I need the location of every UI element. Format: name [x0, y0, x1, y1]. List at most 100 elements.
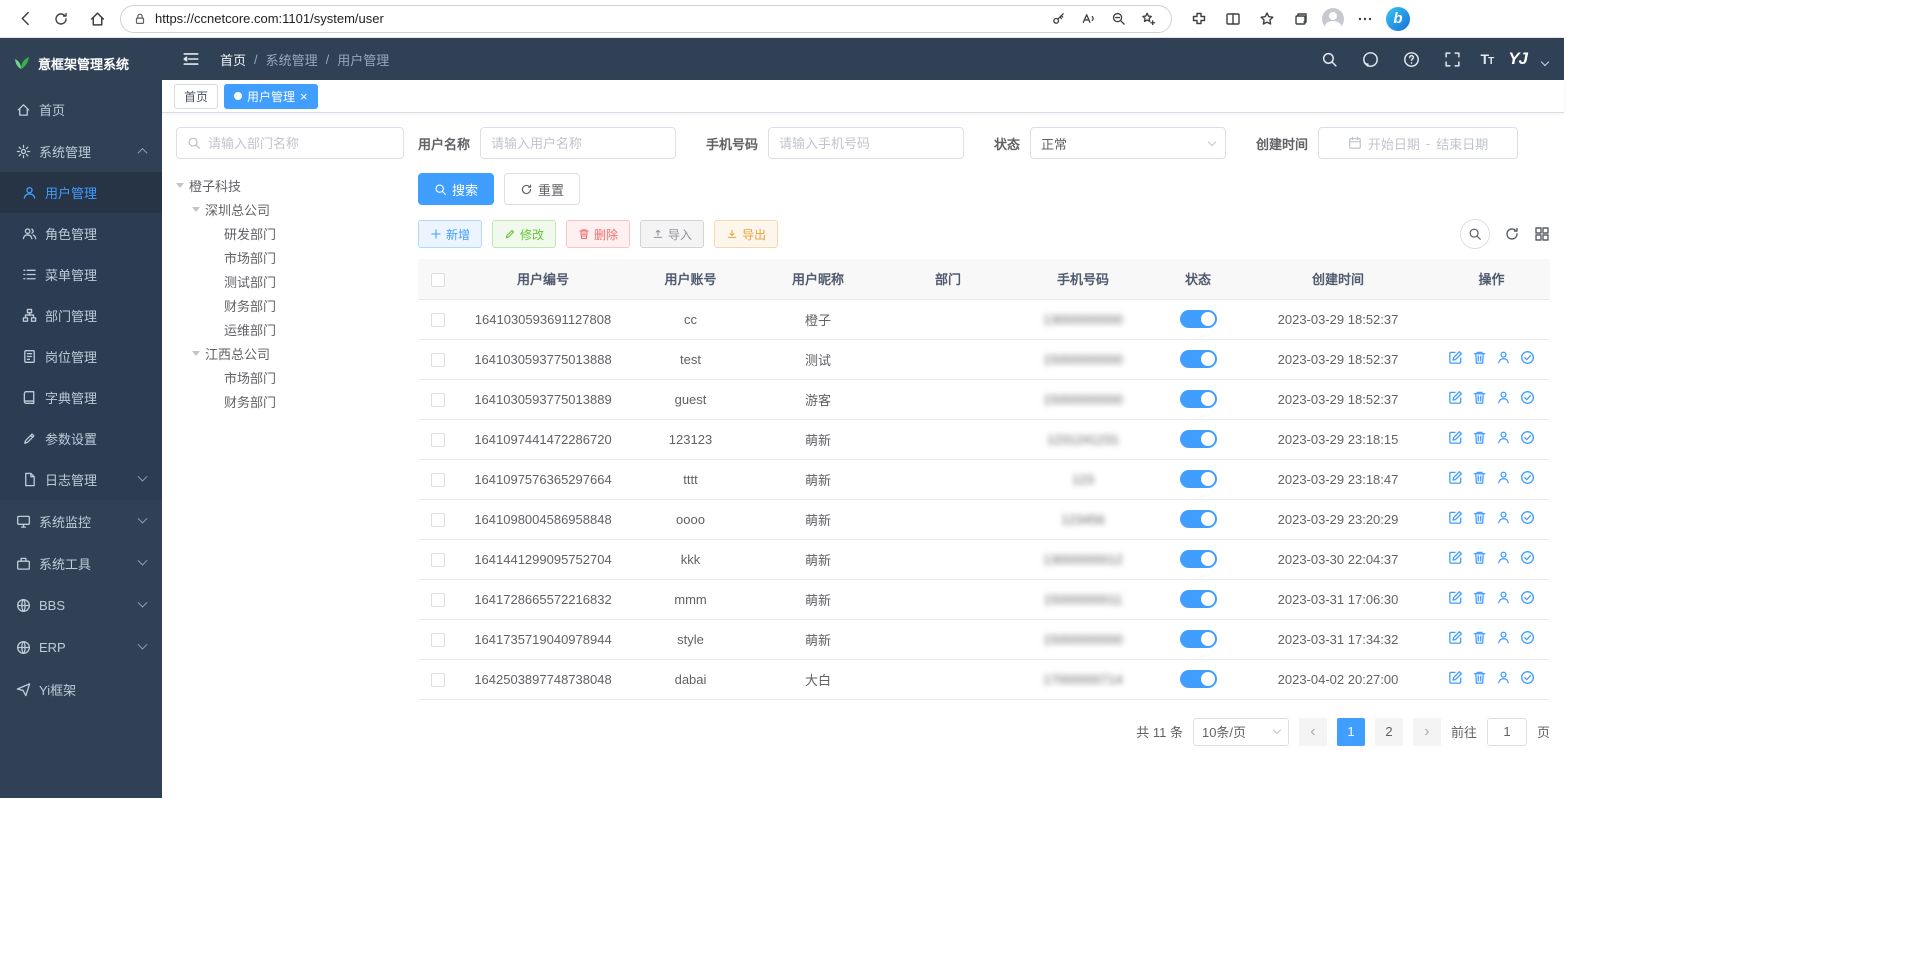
prev-page-button[interactable]: ‹ [1299, 718, 1327, 746]
next-page-button[interactable]: › [1413, 718, 1441, 746]
row-reset-password-icon[interactable] [1496, 670, 1511, 685]
row-checkbox[interactable] [431, 633, 445, 647]
row-delete-icon[interactable] [1472, 430, 1487, 445]
reset-button[interactable]: 重置 [504, 173, 580, 205]
tree-expand-icon[interactable] [192, 207, 200, 212]
close-icon[interactable]: × [300, 90, 308, 103]
row-delete-icon[interactable] [1472, 470, 1487, 485]
bing-chat-button[interactable]: b [1386, 7, 1410, 31]
tree-node[interactable]: 橙子科技 [176, 173, 404, 197]
sidebar-item-system-tools[interactable]: 系统工具 [0, 542, 162, 584]
row-delete-icon[interactable] [1472, 510, 1487, 525]
row-assign-role-icon[interactable] [1520, 350, 1535, 365]
page-button-1[interactable]: 1 [1337, 718, 1365, 746]
row-reset-password-icon[interactable] [1496, 470, 1511, 485]
tree-node[interactable]: 运维部门 [176, 317, 404, 341]
row-assign-role-icon[interactable] [1520, 430, 1535, 445]
modify-button[interactable]: 修改 [492, 220, 556, 248]
tree-node[interactable]: 财务部门 [176, 293, 404, 317]
status-toggle[interactable] [1180, 510, 1217, 528]
add-button[interactable]: 新增 [418, 220, 482, 248]
status-toggle[interactable] [1180, 670, 1217, 688]
row-delete-icon[interactable] [1472, 590, 1487, 605]
row-delete-icon[interactable] [1472, 630, 1487, 645]
tree-node[interactable]: 市场部门 [176, 245, 404, 269]
status-toggle[interactable] [1180, 470, 1217, 488]
tree-node[interactable]: 测试部门 [176, 269, 404, 293]
tag-home[interactable]: 首页 [174, 84, 218, 109]
row-edit-icon[interactable] [1448, 630, 1463, 645]
read-aloud-icon[interactable] [1077, 8, 1099, 30]
row-assign-role-icon[interactable] [1520, 510, 1535, 525]
tree-expand-icon[interactable] [192, 351, 200, 356]
row-checkbox[interactable] [431, 313, 445, 327]
dept-search-input[interactable] [208, 136, 393, 151]
row-edit-icon[interactable] [1448, 430, 1463, 445]
row-assign-role-icon[interactable] [1520, 670, 1535, 685]
sidebar-toggle-button[interactable] [178, 46, 204, 72]
row-checkbox[interactable] [431, 353, 445, 367]
row-delete-icon[interactable] [1472, 550, 1487, 565]
tree-expand-icon[interactable] [176, 183, 184, 188]
breadcrumb-home[interactable]: 首页 [220, 50, 246, 69]
row-checkbox[interactable] [431, 433, 445, 447]
row-edit-icon[interactable] [1448, 470, 1463, 485]
import-button[interactable]: 导入 [640, 220, 704, 248]
sidebar-item-role-management[interactable]: 角色管理 [0, 213, 162, 254]
row-assign-role-icon[interactable] [1520, 550, 1535, 565]
row-reset-password-icon[interactable] [1496, 390, 1511, 405]
status-toggle[interactable] [1180, 550, 1217, 568]
row-checkbox[interactable] [431, 513, 445, 527]
back-button[interactable] [12, 6, 38, 32]
tree-node[interactable]: 市场部门 [176, 365, 404, 389]
add-favorite-icon[interactable] [1137, 8, 1159, 30]
status-toggle[interactable] [1180, 310, 1217, 328]
select-all-checkbox[interactable] [431, 273, 445, 287]
status-toggle[interactable] [1180, 430, 1217, 448]
address-bar[interactable]: https://ccnetcore.com:1101/system/user [120, 5, 1172, 33]
user-menu-caret-icon[interactable] [1541, 58, 1549, 66]
extensions-icon[interactable] [1186, 6, 1212, 32]
favorites-bar-icon[interactable] [1254, 6, 1280, 32]
row-checkbox[interactable] [431, 593, 445, 607]
collections-icon[interactable] [1288, 6, 1314, 32]
row-delete-icon[interactable] [1472, 350, 1487, 365]
status-toggle[interactable] [1180, 350, 1217, 368]
tree-node[interactable]: 江西总公司 [176, 341, 404, 365]
refresh-icon[interactable] [1504, 226, 1520, 242]
row-reset-password-icon[interactable] [1496, 350, 1511, 365]
row-edit-icon[interactable] [1448, 590, 1463, 605]
sidebar-item-bbs[interactable]: BBS [0, 584, 162, 626]
sidebar-item-dict-management[interactable]: 字典管理 [0, 377, 162, 418]
status-toggle[interactable] [1180, 590, 1217, 608]
more-menu-button[interactable] [1352, 6, 1378, 32]
column-settings-icon[interactable] [1534, 226, 1550, 242]
page-size-select[interactable]: 10条/页 [1193, 718, 1289, 746]
row-reset-password-icon[interactable] [1496, 630, 1511, 645]
row-edit-icon[interactable] [1448, 550, 1463, 565]
row-reset-password-icon[interactable] [1496, 550, 1511, 565]
row-assign-role-icon[interactable] [1520, 390, 1535, 405]
github-icon[interactable] [1358, 46, 1384, 72]
row-reset-password-icon[interactable] [1496, 590, 1511, 605]
sidebar-item-yi-framework[interactable]: Yi框架 [0, 668, 162, 710]
goto-page-input[interactable] [1487, 718, 1527, 746]
tree-node[interactable]: 深圳总公司 [176, 197, 404, 221]
profile-avatar[interactable] [1322, 8, 1344, 30]
help-icon[interactable] [1399, 46, 1425, 72]
row-assign-role-icon[interactable] [1520, 590, 1535, 605]
status-toggle[interactable] [1180, 390, 1217, 408]
sidebar-item-log-management[interactable]: 日志管理 [0, 459, 162, 500]
row-delete-icon[interactable] [1472, 670, 1487, 685]
sidebar-item-system-management[interactable]: 系统管理 [0, 130, 162, 172]
username-input[interactable] [480, 127, 676, 159]
phone-input[interactable] [768, 127, 964, 159]
row-edit-icon[interactable] [1448, 390, 1463, 405]
row-checkbox[interactable] [431, 473, 445, 487]
zoom-out-icon[interactable] [1107, 8, 1129, 30]
tree-node[interactable]: 财务部门 [176, 389, 404, 413]
font-size-icon[interactable]: TT [1481, 51, 1494, 67]
user-logo[interactable]: YJ [1508, 49, 1527, 69]
sidebar-item-menu-management[interactable]: 菜单管理 [0, 254, 162, 295]
password-key-icon[interactable] [1047, 8, 1069, 30]
